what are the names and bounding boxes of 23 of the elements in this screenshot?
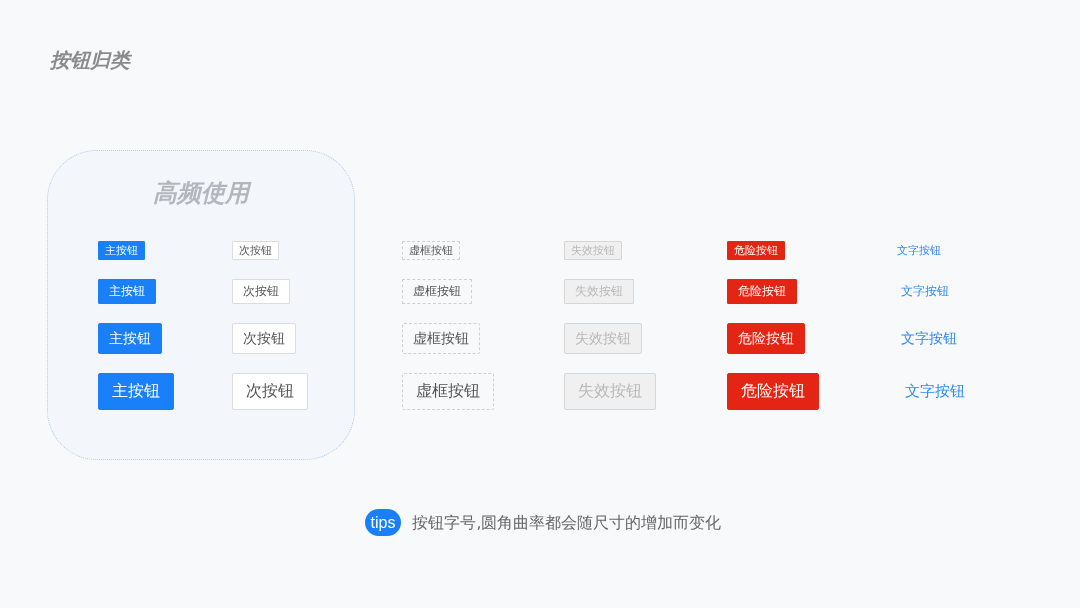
primary-button[interactable]: 主按钮 <box>98 373 174 410</box>
page-title: 按钮归类 <box>50 47 130 74</box>
danger-button[interactable]: 危险按钮 <box>727 241 785 260</box>
danger-button[interactable]: 危险按钮 <box>727 323 805 354</box>
text-button[interactable]: 文字按钮 <box>890 323 968 354</box>
text-button[interactable]: 文字按钮 <box>890 279 960 304</box>
tip-text: 按钮字号,圆角曲率都会随尺寸的增加而变化 <box>412 512 722 534</box>
primary-button[interactable]: 主按钮 <box>98 279 156 304</box>
danger-button[interactable]: 危险按钮 <box>727 279 797 304</box>
dashed-button[interactable]: 虚框按钮 <box>402 323 480 354</box>
text-button[interactable]: 文字按钮 <box>890 241 948 260</box>
text-button[interactable]: 文字按钮 <box>890 373 980 410</box>
secondary-button[interactable]: 次按钮 <box>232 323 296 354</box>
dashed-button[interactable]: 虚框按钮 <box>402 241 460 260</box>
danger-button[interactable]: 危险按钮 <box>727 373 819 410</box>
secondary-button[interactable]: 次按钮 <box>232 279 290 304</box>
dashed-button[interactable]: 虚框按钮 <box>402 279 472 304</box>
primary-button[interactable]: 主按钮 <box>98 241 145 260</box>
tips-badge: tips <box>364 509 402 536</box>
secondary-button[interactable]: 次按钮 <box>232 373 308 410</box>
dashed-button[interactable]: 虚框按钮 <box>402 373 494 410</box>
secondary-button[interactable]: 次按钮 <box>232 241 279 260</box>
primary-button[interactable]: 主按钮 <box>98 323 162 354</box>
